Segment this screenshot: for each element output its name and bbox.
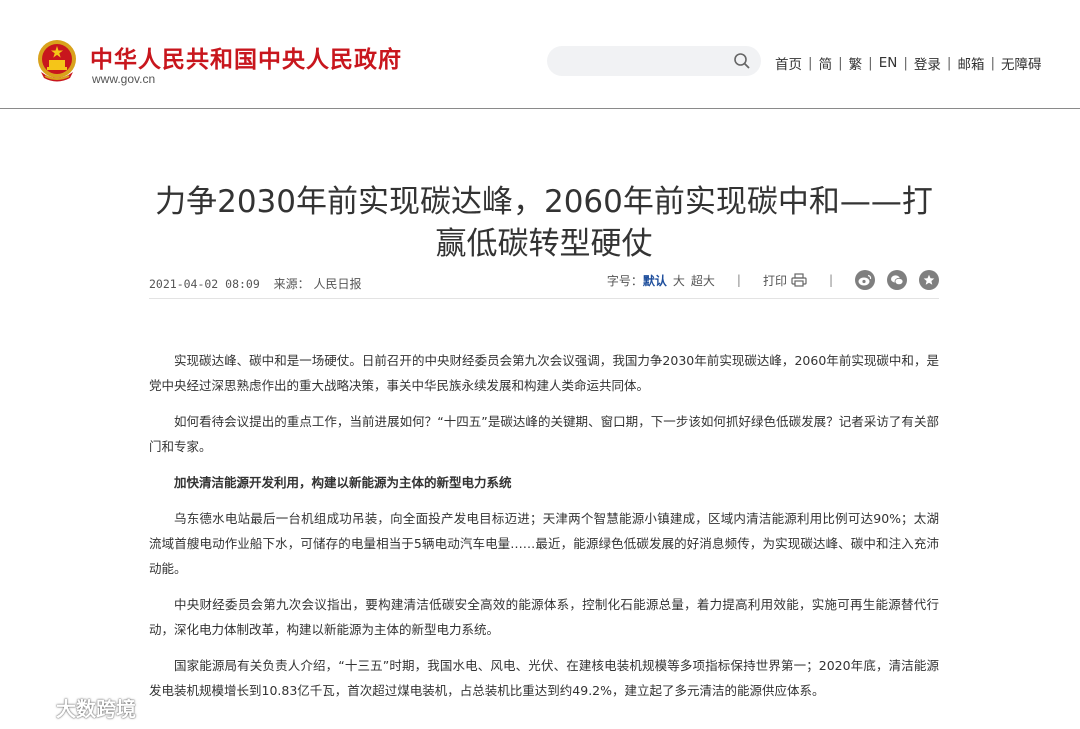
publish-date: 2021-04-02 08:09: [149, 277, 260, 291]
print-label: 打印: [762, 273, 787, 288]
nav-english[interactable]: EN: [879, 55, 898, 71]
nav-login[interactable]: 登录: [914, 53, 941, 73]
nav-divider: |: [903, 55, 908, 71]
nav-simplified[interactable]: 简: [819, 53, 833, 73]
nav-divider: |: [990, 55, 996, 71]
search-input[interactable]: [561, 51, 725, 73]
meta-info: 2021-04-02 08:09 来源： 人民日报: [149, 275, 361, 292]
watermark-text: 大数跨境: [56, 697, 136, 721]
article-title: 力争2030年前实现碳达峰，2060年前实现碳中和——打赢低碳转型硬仗: [155, 183, 933, 262]
watermark-logo-icon: [12, 696, 50, 717]
tools-divider: |: [736, 273, 741, 287]
font-size-label: 字号：: [606, 273, 643, 288]
search-box: [547, 46, 761, 76]
site-url: www.gov.cn: [92, 72, 156, 86]
site-header: 中华人民共和国中央人民政府 www.gov.cn 首页 | 简 | 繁 | EN…: [0, 0, 1080, 109]
article-body: 实现碳达峰、碳中和是一场硬仗。日前召开的中央财经委员会第九次会议强调，我国力争2…: [149, 348, 939, 714]
section-subheading: 加快清洁能源开发利用，构建以新能源为主体的新型电力系统: [174, 475, 512, 490]
weibo-share-icon[interactable]: [855, 270, 875, 290]
nav-divider: |: [808, 55, 813, 71]
printer-icon: [791, 273, 807, 287]
paragraph: 实现碳达峰、碳中和是一场硬仗。日前召开的中央财经委员会第九次会议强调，我国力争2…: [149, 353, 939, 393]
source-name: 人民日报: [313, 277, 362, 291]
search-icon[interactable]: [733, 52, 751, 70]
nav-divider: |: [838, 55, 843, 71]
paragraph: 乌东德水电站最后一台机组成功吊装，向全面投产发电目标迈进；天津两个智慧能源小镇建…: [149, 511, 939, 576]
article-meta: 2021-04-02 08:09 来源： 人民日报 字号： 默认 大 超大 | …: [149, 268, 939, 299]
national-emblem-icon[interactable]: [36, 38, 78, 84]
font-size-xlarge[interactable]: 超大: [691, 272, 715, 289]
nav-divider: |: [946, 55, 952, 71]
source-label: 来源：: [273, 277, 310, 291]
nav-mail[interactable]: 邮箱: [957, 53, 984, 73]
favorite-star-icon[interactable]: [919, 270, 939, 290]
top-nav: 首页 | 简 | 繁 | EN | 登录 | 邮箱 | 无障碍: [775, 53, 1042, 73]
font-size-default[interactable]: 默认: [643, 272, 667, 289]
nav-traditional[interactable]: 繁: [849, 53, 863, 73]
paragraph: 国家能源局有关负责人介绍，“十三五”时期，我国水电、风电、光伏、在建核电装机规模…: [149, 658, 939, 698]
paragraph: 中央财经委员会第九次会议指出，要构建清洁低碳安全高效的能源体系，控制化石能源总量…: [149, 597, 939, 637]
paragraph: 如何看待会议提出的重点工作，当前进展如何？“十四五”是碳达峰的关键期、窗口期，下…: [149, 414, 939, 454]
site-name[interactable]: 中华人民共和国中央人民政府: [90, 40, 402, 74]
nav-home[interactable]: 首页: [775, 53, 802, 73]
article-tools: 字号： 默认 大 超大 | 打印 |: [607, 270, 939, 290]
tools-divider: |: [828, 273, 833, 287]
font-size-large[interactable]: 大: [673, 272, 685, 289]
print-button[interactable]: 打印: [763, 272, 807, 289]
watermark: 大数跨境: [10, 693, 136, 722]
wechat-share-icon[interactable]: [887, 270, 907, 290]
nav-divider: |: [868, 55, 873, 71]
nav-accessibility[interactable]: 无障碍: [1001, 53, 1042, 73]
